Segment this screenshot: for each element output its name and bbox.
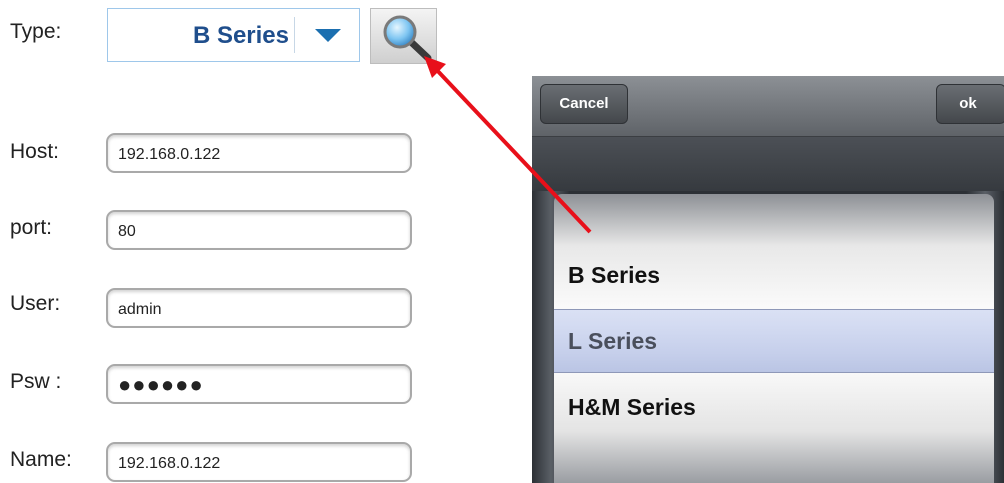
password-value: ●●●●●● bbox=[118, 372, 204, 397]
picker-option-selected[interactable]: L Series bbox=[568, 328, 657, 355]
host-label: Host: bbox=[10, 140, 60, 163]
port-input[interactable]: 80 bbox=[106, 210, 412, 250]
ok-button[interactable]: ok bbox=[936, 84, 1004, 124]
picker-spacer bbox=[532, 137, 1004, 191]
dropdown-divider bbox=[294, 17, 295, 53]
type-label: Type: bbox=[10, 20, 62, 43]
type-dropdown[interactable]: B Series bbox=[107, 8, 360, 62]
search-button[interactable] bbox=[370, 8, 437, 64]
password-label: Psw : bbox=[10, 370, 62, 393]
password-input[interactable]: ●●●●●● bbox=[106, 364, 412, 404]
chevron-down-icon bbox=[315, 29, 341, 42]
picker-option[interactable]: B Series bbox=[568, 262, 660, 289]
name-input[interactable]: 192.168.0.122 bbox=[106, 442, 412, 482]
series-picker: Cancel ok B Series L Series H&M Series bbox=[532, 76, 1004, 483]
port-value: 80 bbox=[118, 223, 136, 240]
port-label: port: bbox=[10, 216, 53, 239]
user-input[interactable]: admin bbox=[106, 288, 412, 328]
host-value: 192.168.0.122 bbox=[118, 146, 221, 163]
cancel-button[interactable]: Cancel bbox=[540, 84, 628, 124]
search-icon bbox=[383, 15, 432, 62]
picker-option[interactable]: H&M Series bbox=[568, 394, 696, 421]
host-input[interactable]: 192.168.0.122 bbox=[106, 133, 412, 173]
screen: Type: B Series Host: 192.168.0.122 port:… bbox=[0, 0, 1004, 483]
user-value: admin bbox=[118, 301, 162, 318]
type-selected-value: B Series bbox=[192, 22, 289, 49]
name-value: 192.168.0.122 bbox=[118, 455, 221, 472]
user-label: User: bbox=[10, 292, 61, 315]
picker-toolbar: Cancel ok bbox=[532, 76, 1004, 137]
name-label: Name: bbox=[10, 448, 72, 471]
picker-wheel[interactable]: B Series L Series H&M Series bbox=[554, 194, 994, 483]
